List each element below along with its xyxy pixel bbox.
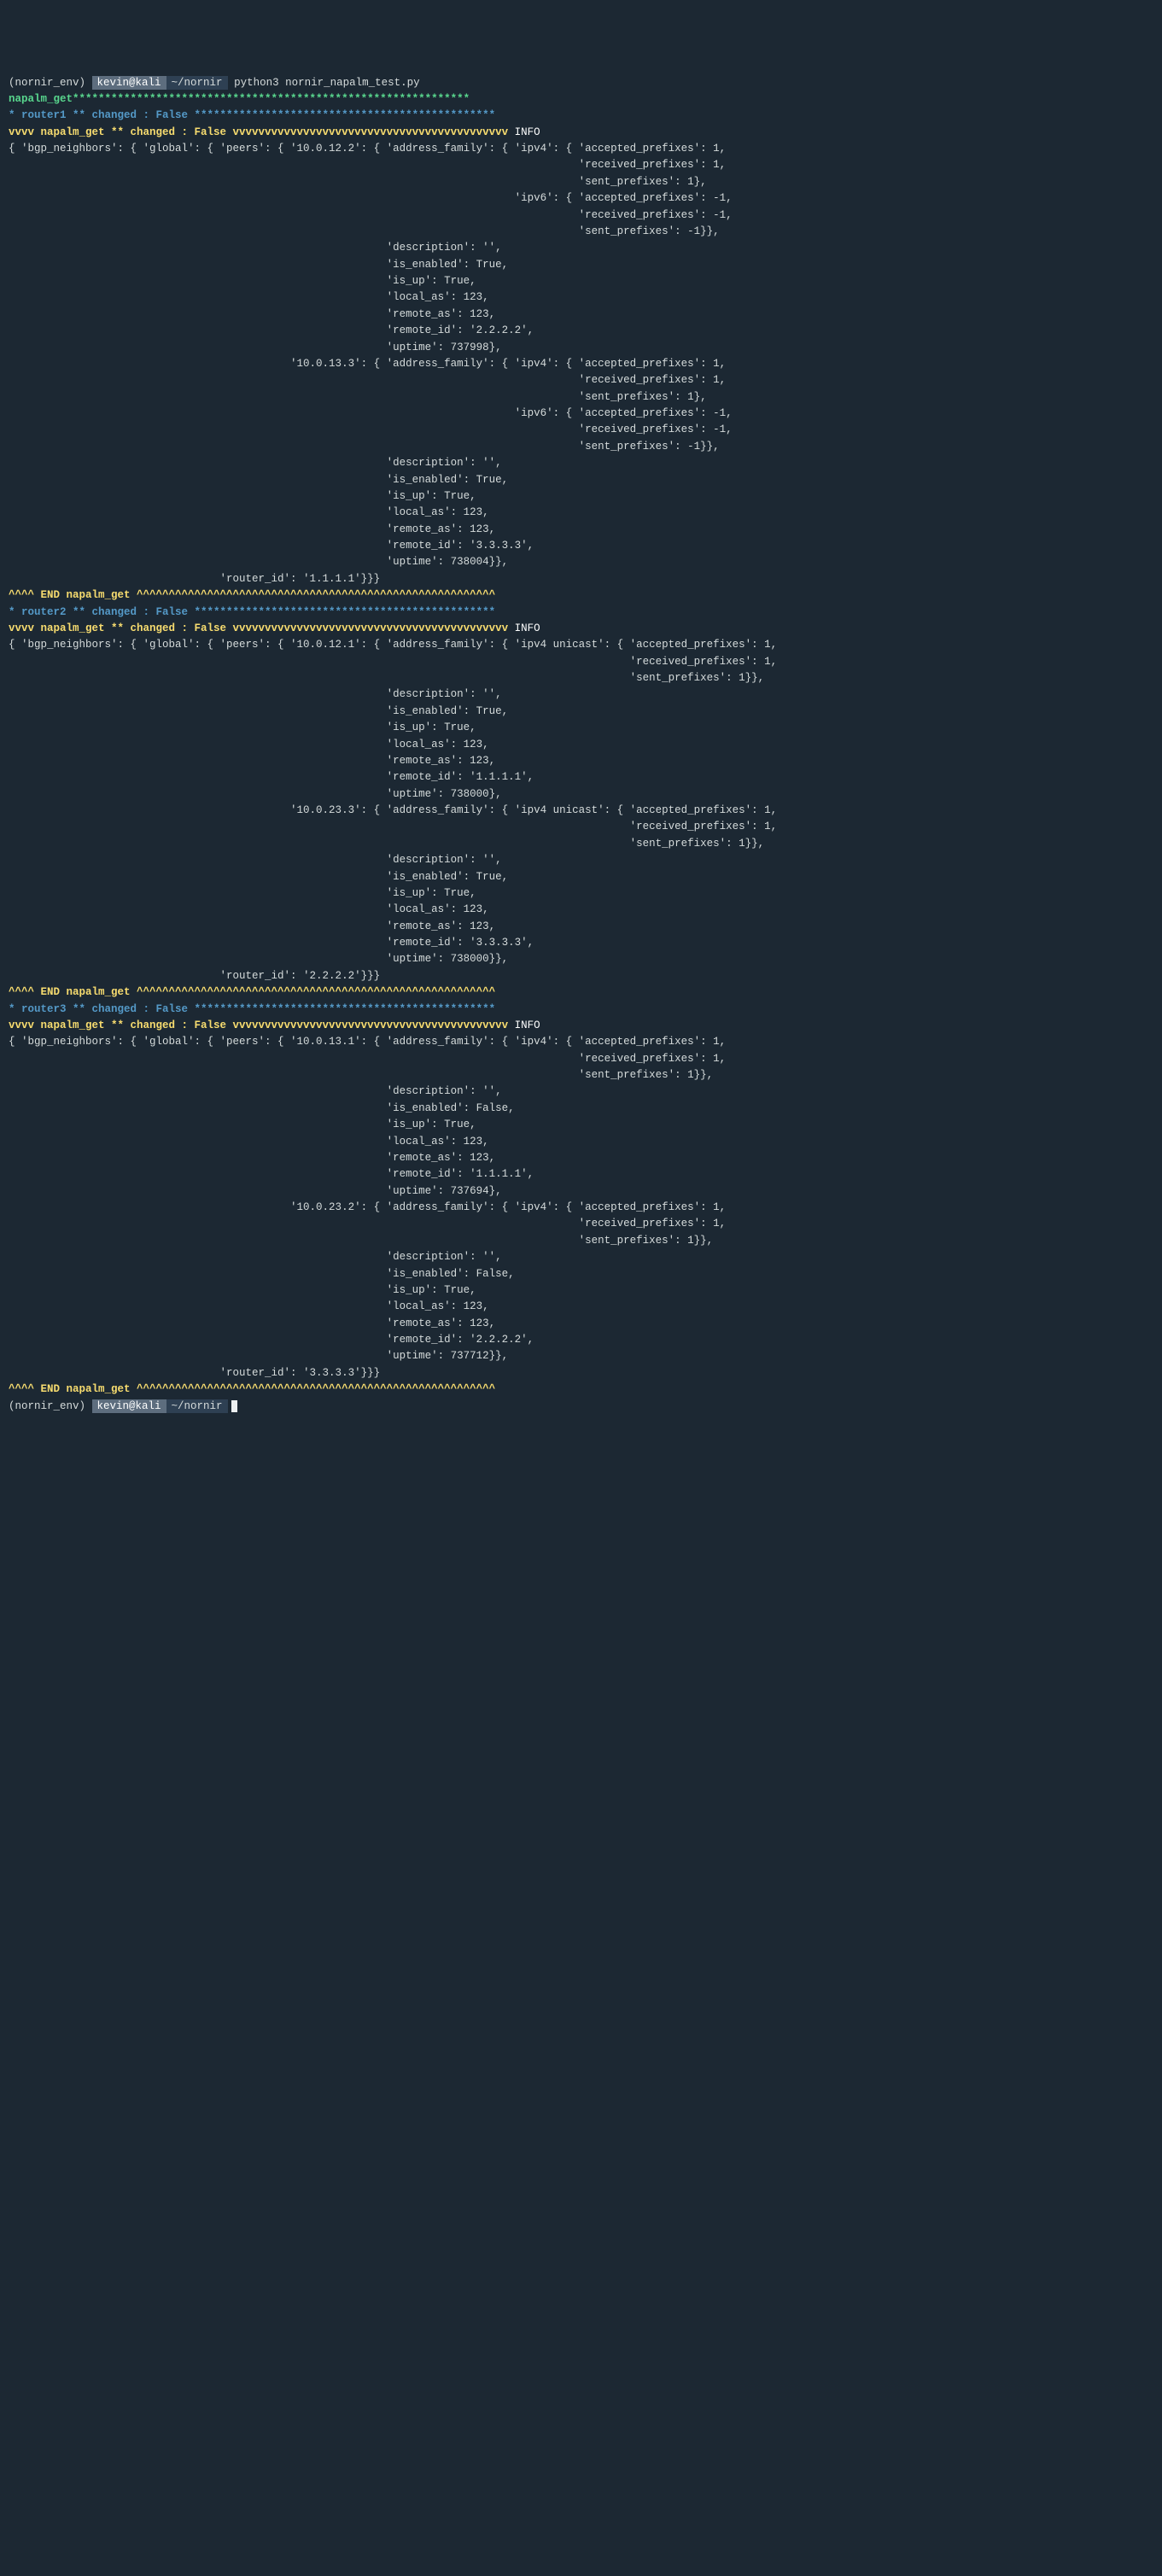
- output-line: 'remote_as': 123,: [9, 308, 495, 320]
- output-line: 'remote_id': '1.1.1.1',: [9, 771, 534, 783]
- output-line: 'local_as': 123,: [9, 291, 489, 303]
- output-line: 'description': '',: [9, 854, 502, 866]
- vvvv-line: vvvv napalm_get ** changed : False vvvvv…: [9, 1019, 540, 1031]
- output-line: 'remote_id': '1.1.1.1',: [9, 1168, 534, 1180]
- venv-label: (nornir_env): [9, 77, 85, 89]
- output-line: 'description': '',: [9, 688, 502, 700]
- output-line: { 'bgp_neighbors': { 'global': { 'peers'…: [9, 639, 777, 651]
- router1-header: * router1 ** changed : False ***********…: [9, 109, 495, 121]
- output-line: 'local_as': 123,: [9, 506, 489, 518]
- command-text: python3 nornir_napalm_test.py: [234, 77, 420, 89]
- end-line: ^^^^ END napalm_get ^^^^^^^^^^^^^^^^^^^^…: [9, 986, 495, 998]
- output-line: 'description': '',: [9, 457, 502, 469]
- output-line: 'is_enabled': False,: [9, 1268, 515, 1280]
- cursor-icon: [231, 1400, 237, 1412]
- vvvv-line: vvvv napalm_get ** changed : False vvvvv…: [9, 126, 540, 138]
- output-line: 'uptime': 738000}},: [9, 953, 508, 965]
- output-line: 'description': '',: [9, 242, 502, 254]
- end-line: ^^^^ END napalm_get ^^^^^^^^^^^^^^^^^^^^…: [9, 1383, 495, 1395]
- output-line: 'is_up': True,: [9, 490, 476, 502]
- output-line: 'uptime': 738004}},: [9, 556, 508, 568]
- output-line: 'sent_prefixes': 1},: [9, 391, 707, 403]
- output-line: 'is_up': True,: [9, 887, 476, 899]
- output-line: 'is_enabled': True,: [9, 705, 508, 717]
- output-line: 'received_prefixes': 1,: [9, 821, 777, 832]
- output-line: 'is_up': True,: [9, 721, 476, 733]
- output-line: 'sent_prefixes': 1},: [9, 176, 707, 188]
- cwd: ~/nornir: [166, 76, 228, 90]
- output-line: 'router_id': '3.3.3.3'}}}: [9, 1367, 380, 1379]
- output-line: 'is_enabled': True,: [9, 871, 508, 883]
- output-line: 'received_prefixes': 1,: [9, 374, 726, 386]
- output-line: 'received_prefixes': 1,: [9, 1053, 726, 1065]
- output-line: 'remote_id': '3.3.3.3',: [9, 540, 534, 552]
- output-line: 'remote_as': 123,: [9, 920, 495, 932]
- output-line: 'received_prefixes': -1,: [9, 209, 733, 221]
- task-header: napalm_get******************************…: [9, 93, 470, 105]
- output-line: 'ipv6': { 'accepted_prefixes': -1,: [9, 192, 733, 204]
- vvvv-line: vvvv napalm_get ** changed : False vvvvv…: [9, 622, 540, 634]
- output-line: 'received_prefixes': -1,: [9, 423, 733, 435]
- router2-header: * router2 ** changed : False ***********…: [9, 606, 495, 618]
- output-line: 'is_up': True,: [9, 1119, 476, 1130]
- output-line: 'router_id': '1.1.1.1'}}}: [9, 573, 380, 585]
- output-line: 'router_id': '2.2.2.2'}}}: [9, 970, 380, 982]
- output-line: 'local_as': 123,: [9, 1136, 489, 1148]
- output-line: 'is_enabled': False,: [9, 1102, 515, 1114]
- output-line: '10.0.13.3': { 'address_family': { 'ipv4…: [9, 358, 726, 370]
- output-line: 'received_prefixes': 1,: [9, 656, 777, 668]
- output-line: 'description': '',: [9, 1085, 502, 1097]
- venv-label: (nornir_env): [9, 1400, 85, 1412]
- output-line: 'ipv6': { 'accepted_prefixes': -1,: [9, 407, 733, 419]
- output-line: 'local_as': 123,: [9, 1300, 489, 1312]
- output-line: 'description': '',: [9, 1251, 502, 1263]
- end-line: ^^^^ END napalm_get ^^^^^^^^^^^^^^^^^^^^…: [9, 589, 495, 601]
- cwd: ~/nornir: [166, 1399, 228, 1413]
- output-line: 'sent_prefixes': 1}},: [9, 672, 764, 684]
- output-line: 'remote_as': 123,: [9, 523, 495, 535]
- output-line: 'is_enabled': True,: [9, 259, 508, 271]
- output-line: 'is_up': True,: [9, 275, 476, 287]
- output-line: 'received_prefixes': 1,: [9, 159, 726, 171]
- output-line: 'sent_prefixes': 1}},: [9, 1235, 713, 1247]
- output-line: 'is_up': True,: [9, 1284, 476, 1296]
- output-line: 'uptime': 737694},: [9, 1185, 502, 1197]
- output-line: 'remote_id': '2.2.2.2',: [9, 1334, 534, 1346]
- user-host: kevin@kali: [92, 1399, 166, 1413]
- output-line: 'received_prefixes': 1,: [9, 1218, 726, 1230]
- output-line: { 'bgp_neighbors': { 'global': { 'peers'…: [9, 143, 726, 155]
- router3-header: * router3 ** changed : False ***********…: [9, 1003, 495, 1015]
- output-line: 'is_enabled': True,: [9, 474, 508, 486]
- prompt-line-2[interactable]: (nornir_env) kevin@kali~/nornir: [9, 1400, 237, 1412]
- output-line: 'local_as': 123,: [9, 903, 489, 915]
- output-line: 'uptime': 737712}},: [9, 1350, 508, 1362]
- terminal-output[interactable]: (nornir_env) kevin@kali~/nornir python3 …: [9, 75, 1153, 1415]
- output-line: 'remote_as': 123,: [9, 755, 495, 767]
- output-line: 'sent_prefixes': -1}},: [9, 225, 720, 237]
- output-line: { 'bgp_neighbors': { 'global': { 'peers'…: [9, 1036, 726, 1048]
- output-line: '10.0.23.3': { 'address_family': { 'ipv4…: [9, 804, 777, 816]
- output-line: 'remote_as': 123,: [9, 1317, 495, 1329]
- output-line: 'local_as': 123,: [9, 739, 489, 751]
- output-line: 'remote_id': '3.3.3.3',: [9, 937, 534, 949]
- output-line: 'remote_as': 123,: [9, 1152, 495, 1164]
- user-host: kevin@kali: [92, 76, 166, 90]
- output-line: 'sent_prefixes': -1}},: [9, 441, 720, 453]
- output-line: 'uptime': 738000},: [9, 788, 502, 800]
- output-line: '10.0.23.2': { 'address_family': { 'ipv4…: [9, 1201, 726, 1213]
- output-line: 'remote_id': '2.2.2.2',: [9, 324, 534, 336]
- output-line: 'sent_prefixes': 1}},: [9, 1069, 713, 1081]
- output-line: 'uptime': 737998},: [9, 342, 502, 353]
- output-line: 'sent_prefixes': 1}},: [9, 838, 764, 850]
- prompt-line-1: (nornir_env) kevin@kali~/nornir python3 …: [9, 76, 420, 90]
